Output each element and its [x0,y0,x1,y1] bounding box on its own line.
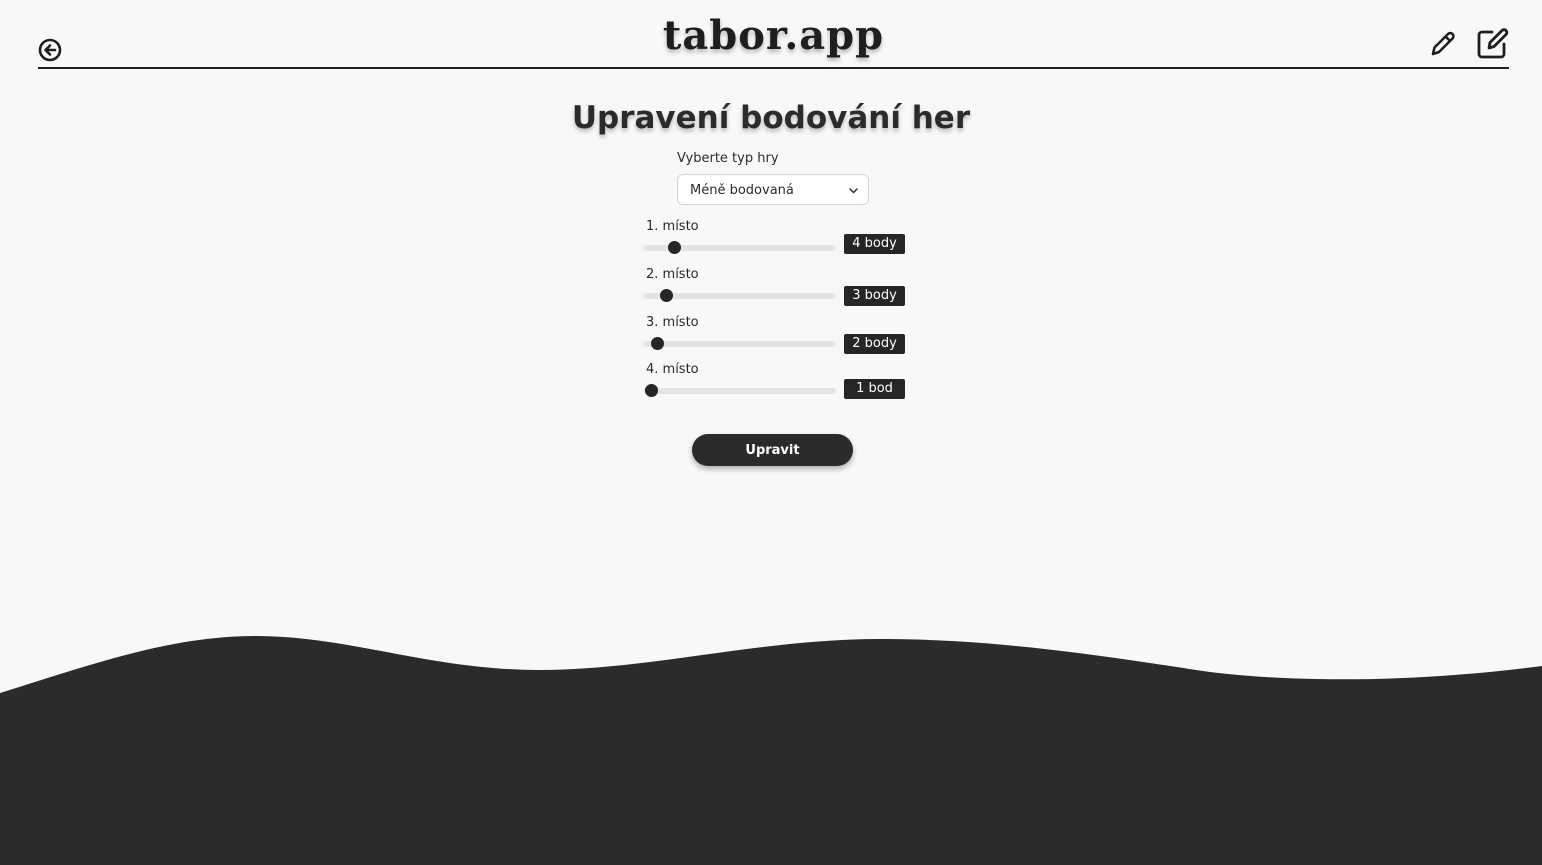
place-4-points-badge: 1 bod [844,379,905,399]
game-type-select[interactable]: Méně bodovaná [677,174,869,205]
place-2-slider[interactable] [643,289,836,302]
place-3-slider[interactable] [643,337,836,350]
place-1-slider[interactable] [643,241,836,254]
header-divider [38,67,1509,69]
place-2-slider-thumb[interactable] [660,289,674,302]
submit-button[interactable]: Upravit [692,434,853,466]
place-3-slider-thumb[interactable] [651,337,665,350]
page-title: Upravení bodování her [571,100,971,136]
app-brand: tabor.app [662,12,885,59]
place-3-label: 3. místo [646,315,699,330]
game-type-value: Méně bodovaná [690,183,794,198]
edit-square-icon [1477,28,1509,59]
place-4-slider-thumb[interactable] [644,384,658,397]
pencil-button[interactable] [1428,28,1456,58]
place-4-label: 4. místo [646,362,699,377]
place-1-points-badge: 4 body [844,234,905,254]
chevron-down-icon [849,188,858,194]
place-3-points-badge: 2 body [844,334,905,354]
page: tabor.app Upravení bodování her Vyberte … [0,0,1542,865]
game-type-label: Vyberte typ hry [677,151,779,166]
place-2-label: 2. místo [646,267,699,282]
header: tabor.app [38,0,1509,70]
place-4-slider[interactable] [643,384,836,397]
pencil-icon [1431,31,1455,56]
place-1-slider-thumb[interactable] [667,241,681,254]
place-1-label: 1. místo [646,219,699,234]
footer-wave [0,636,1542,865]
place-2-points-badge: 3 body [844,286,905,306]
edit-button[interactable] [1476,26,1510,60]
